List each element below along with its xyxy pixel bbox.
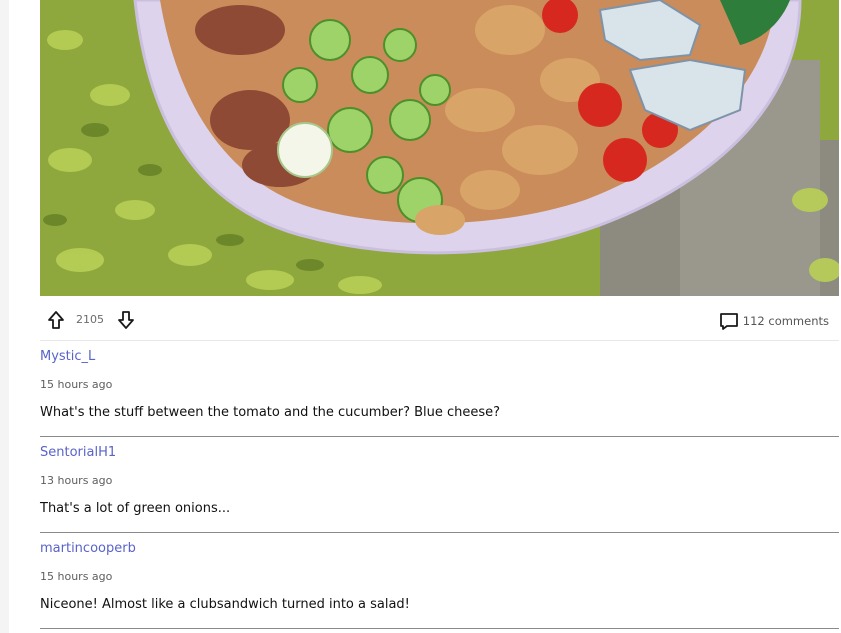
comment-body: What's the stuff between the tomato and …: [40, 405, 501, 420]
arrow-down-outline-icon[interactable]: [116, 310, 136, 330]
post-action-bar: 2105 112 comments: [40, 296, 839, 341]
comment-item: Mystic_L 15 hours ago What's the stuff b…: [40, 341, 839, 437]
speech-bubble-icon: [719, 311, 739, 331]
comment-body: That's a lot of green onions...: [40, 501, 231, 516]
comment-author-link[interactable]: Mystic_L: [40, 349, 95, 364]
comments-button[interactable]: 112 comments: [719, 311, 829, 331]
comment-timestamp: 15 hours ago: [40, 378, 113, 391]
comment-author-link[interactable]: SentorialH1: [40, 445, 116, 460]
arrow-up-outline-icon[interactable]: [46, 310, 66, 330]
comment-body: Niceone! Almost like a clubsandwich turn…: [40, 597, 410, 612]
score-count: 2105: [76, 313, 104, 326]
left-rail: [0, 0, 9, 633]
post-image[interactable]: [40, 0, 839, 296]
comment-author-link[interactable]: martincooperb: [40, 541, 136, 556]
comment-timestamp: 13 hours ago: [40, 474, 113, 487]
post-card: 2105 112 comments Mystic_L 15 hours ago …: [40, 0, 839, 629]
comment-item: martincooperb 15 hours ago Niceone! Almo…: [40, 533, 839, 629]
vote-group: 2105: [46, 310, 136, 330]
comments-count-label: 112 comments: [742, 314, 829, 328]
comment-item: SentorialH1 13 hours ago That's a lot of…: [40, 437, 839, 533]
comment-timestamp: 15 hours ago: [40, 570, 113, 583]
